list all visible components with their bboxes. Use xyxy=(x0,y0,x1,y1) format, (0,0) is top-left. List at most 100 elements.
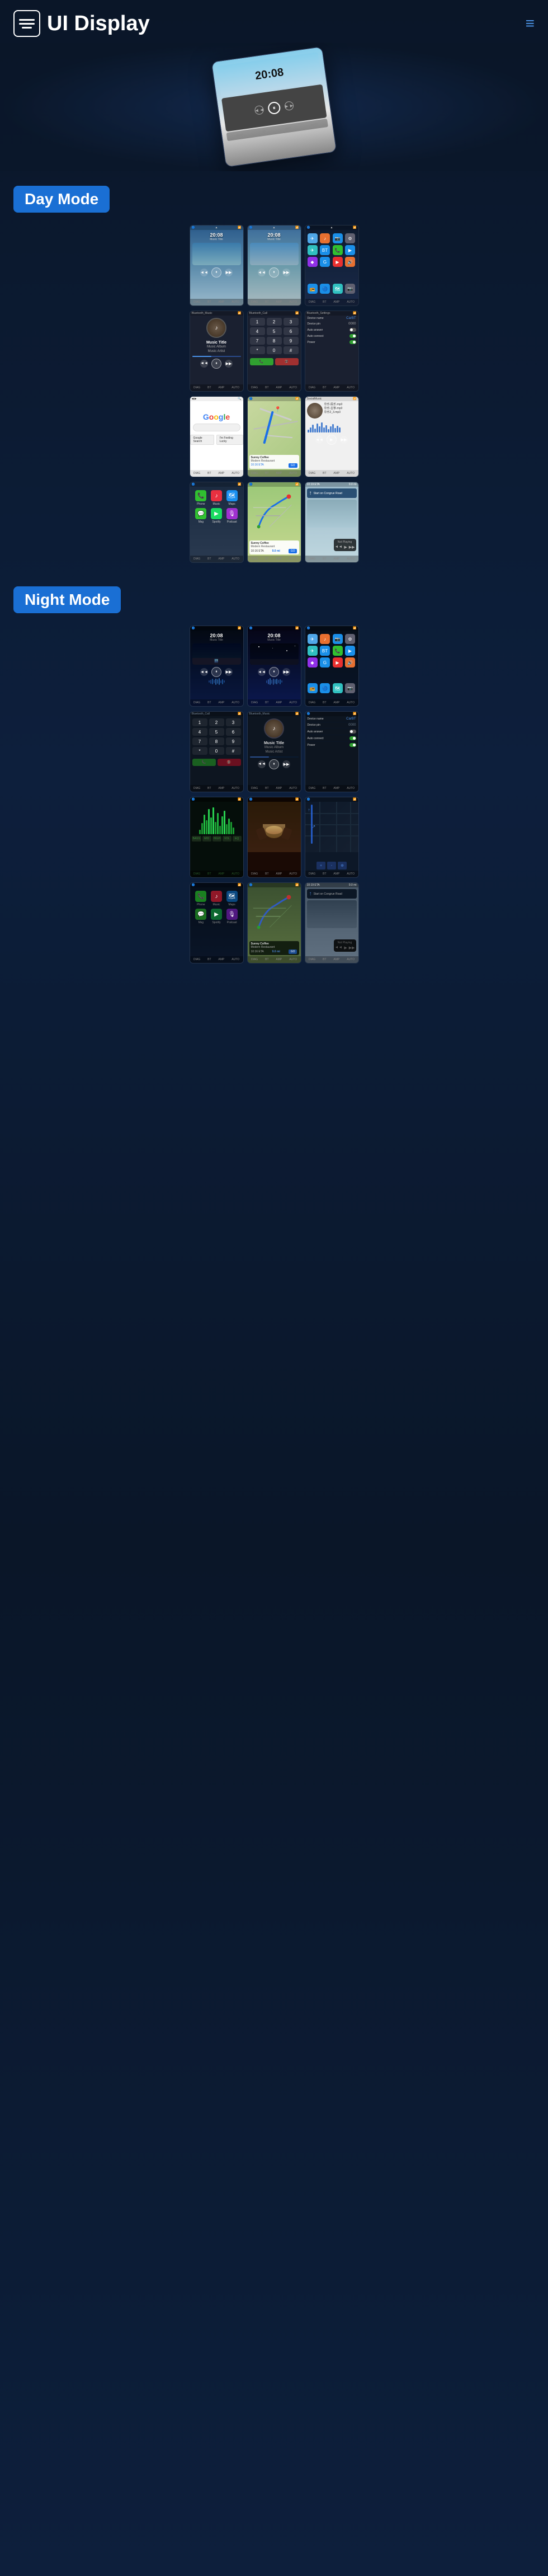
bt-prev[interactable]: ◄◄ xyxy=(200,360,208,368)
key-3[interactable]: 3 xyxy=(284,318,299,326)
prev-btn-2[interactable]: ◄◄ xyxy=(258,269,266,276)
night-key-0[interactable]: 0 xyxy=(209,747,224,755)
night-play-2[interactable]: ⏸ xyxy=(269,667,279,677)
nav-zoom-out[interactable]: - xyxy=(327,862,336,869)
night-key-3[interactable]: 3 xyxy=(226,718,241,726)
key-7[interactable]: 7 xyxy=(250,337,265,345)
carplay-msg[interactable]: 💬 Msg xyxy=(195,508,208,524)
carplay-spotify[interactable]: ▶ Spotify xyxy=(210,508,223,524)
night-app-8[interactable]: ▶ xyxy=(345,646,355,656)
night-prev-1[interactable]: ◄◄ xyxy=(200,668,208,676)
auto-connect-toggle[interactable] xyxy=(349,334,356,338)
next-btn-2[interactable]: ▶▶ xyxy=(282,269,290,276)
key-5[interactable]: 5 xyxy=(267,327,282,335)
auto-answer-toggle[interactable] xyxy=(349,328,356,332)
night-cp-msg[interactable]: 💬 Msg xyxy=(195,909,208,924)
key-1[interactable]: 1 xyxy=(250,318,265,326)
night-app-13[interactable]: 📻 xyxy=(308,683,318,693)
menu-icon[interactable]: ≡ xyxy=(526,15,535,32)
key-0[interactable]: 0 xyxy=(267,346,282,354)
night-navi-go[interactable]: GO xyxy=(289,949,297,954)
night-auto-answer-toggle[interactable] xyxy=(349,730,356,734)
night-next-1[interactable]: ▶▶ xyxy=(225,668,233,676)
carplay-maps[interactable]: 🗺 Maps xyxy=(225,490,239,506)
night-key-hash[interactable]: # xyxy=(226,747,241,755)
app-7[interactable]: 📞 xyxy=(333,245,343,255)
key-9[interactable]: 9 xyxy=(284,337,299,345)
night-key-star[interactable]: * xyxy=(192,747,207,755)
wave-btn-3[interactable]: HIGH xyxy=(212,836,222,842)
social-play[interactable]: ▶ xyxy=(327,435,337,445)
nav-center[interactable]: ⊕ xyxy=(338,862,347,869)
night-bt-next[interactable]: ▶▶ xyxy=(282,760,290,768)
wave-btn-5[interactable]: EQ xyxy=(233,836,242,842)
bt-next[interactable]: ▶▶ xyxy=(225,360,233,368)
night-key-2[interactable]: 2 xyxy=(209,718,224,726)
app-3[interactable]: 📷 xyxy=(333,233,343,243)
night-app-3[interactable]: 📷 xyxy=(333,634,343,644)
wave-btn-1[interactable]: BASS xyxy=(192,836,201,842)
night-np-play[interactable]: ▶ xyxy=(344,946,347,950)
night-play-1[interactable]: ⏸ xyxy=(211,667,221,677)
night-power-toggle[interactable] xyxy=(349,743,356,747)
key-4[interactable]: 4 xyxy=(250,327,265,335)
app-12[interactable]: 🔊 xyxy=(345,257,355,267)
power-toggle[interactable] xyxy=(349,340,356,344)
prev-btn[interactable]: ◄◄ xyxy=(200,269,208,276)
night-np-next[interactable]: ▶▶ xyxy=(349,946,355,950)
carplay-podcast[interactable]: 🎙 Podcast xyxy=(225,508,239,524)
key-2[interactable]: 2 xyxy=(267,318,282,326)
night-call-btn[interactable]: 📞 xyxy=(192,759,216,766)
app-1[interactable]: ✈ xyxy=(308,233,318,243)
carplay-phone[interactable]: 📞 Phone xyxy=(195,490,208,506)
key-star[interactable]: * xyxy=(250,346,265,354)
night-np-prev[interactable]: ◄◄ xyxy=(334,946,342,950)
night-auto-connect-toggle[interactable] xyxy=(349,736,356,740)
google-search-btn[interactable]: Google Search xyxy=(190,435,214,445)
social-next[interactable]: ▶▶ xyxy=(340,436,348,444)
app-16[interactable]: 📷 xyxy=(345,284,355,294)
night-cp-podcast[interactable]: 🎙 Podcast xyxy=(225,909,239,924)
np-play[interactable]: ▶ xyxy=(344,545,347,549)
bt-play[interactable]: ⏸ xyxy=(211,359,221,369)
map-go-btn[interactable]: GO xyxy=(289,463,297,468)
night-end-btn[interactable]: 📵 xyxy=(218,759,241,766)
night-bt-prev[interactable]: ◄◄ xyxy=(258,760,266,768)
night-cp-music[interactable]: ♪ Music xyxy=(210,891,223,906)
play-btn-2[interactable]: ⏸ xyxy=(269,267,279,278)
np-next[interactable]: ▶▶ xyxy=(349,545,355,549)
night-app-4[interactable]: ⚙ xyxy=(345,634,355,644)
night-prev-2[interactable]: ◄◄ xyxy=(258,668,266,676)
night-app-16[interactable]: 📷 xyxy=(345,683,355,693)
night-bt-play[interactable]: ⏸ xyxy=(269,759,279,769)
night-key-6[interactable]: 6 xyxy=(226,728,241,736)
app-4[interactable]: ⚙ xyxy=(345,233,355,243)
night-app-10[interactable]: G xyxy=(320,657,330,667)
night-key-8[interactable]: 8 xyxy=(209,737,224,745)
night-cp-phone[interactable]: 📞 Phone xyxy=(195,891,208,906)
night-app-15[interactable]: 🗺 xyxy=(333,683,343,693)
key-6[interactable]: 6 xyxy=(284,327,299,335)
wave-btn-2[interactable]: MID xyxy=(202,836,211,842)
np-prev[interactable]: ◄◄ xyxy=(334,545,342,549)
google-lucky-btn[interactable]: I'm Feeling Lucky xyxy=(216,435,243,445)
night-app-5[interactable]: ✈ xyxy=(308,646,318,656)
night-app-9[interactable]: ◆ xyxy=(308,657,318,667)
night-next-2[interactable]: ▶▶ xyxy=(282,668,290,676)
app-15[interactable]: 🗺 xyxy=(333,284,343,294)
key-8[interactable]: 8 xyxy=(267,337,282,345)
night-app-14[interactable]: 🔵 xyxy=(320,683,330,693)
app-2[interactable]: ♪ xyxy=(320,233,330,243)
night-key-7[interactable]: 7 xyxy=(192,737,207,745)
night-cp-maps[interactable]: 🗺 Maps xyxy=(225,891,239,906)
night-key-5[interactable]: 5 xyxy=(209,728,224,736)
wave-btn-4[interactable]: VOL xyxy=(223,836,232,842)
app-8[interactable]: ▶ xyxy=(345,245,355,255)
google-search-bar[interactable] xyxy=(193,424,240,431)
social-prev[interactable]: ◄◄ xyxy=(315,436,323,444)
night-app-6[interactable]: BT xyxy=(320,646,330,656)
night-app-2[interactable]: ♪ xyxy=(320,634,330,644)
night-key-1[interactable]: 1 xyxy=(192,718,207,726)
app-14[interactable]: 🔵 xyxy=(320,284,330,294)
call-btn[interactable]: 📞 xyxy=(250,358,273,365)
